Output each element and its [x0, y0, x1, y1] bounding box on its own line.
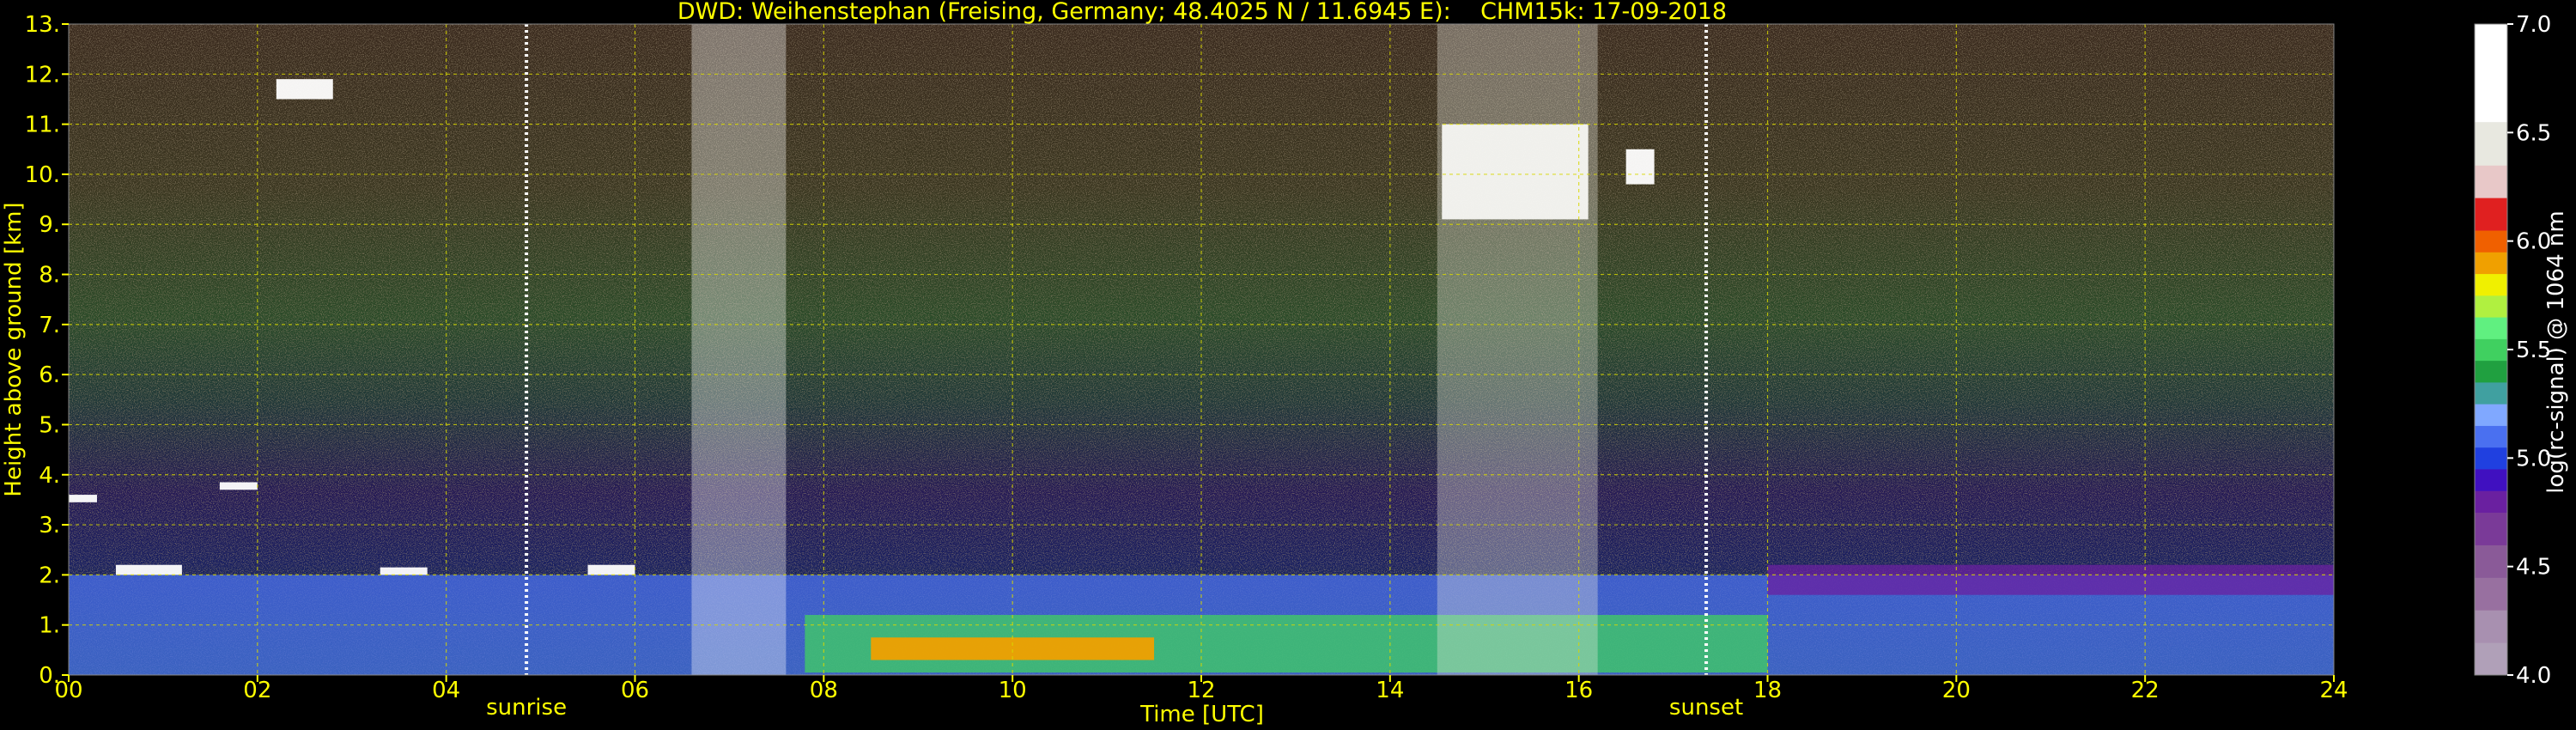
colorbar-band — [2475, 295, 2507, 318]
colorbar-band — [2475, 544, 2507, 578]
colorbar-band — [2475, 447, 2507, 470]
colorbar-band — [2475, 252, 2507, 275]
feature-cloud-base — [69, 495, 97, 502]
y-tick-label: 3. — [39, 513, 60, 538]
feature-residual-layer-purple — [1767, 564, 2334, 595]
chart-title: DWD: Weihenstephan (Freising, Germany; 4… — [677, 0, 1727, 25]
colorbar-band — [2475, 360, 2507, 383]
colorbar-band — [2475, 577, 2507, 611]
colorbar-tick-label: 4.5 — [2516, 555, 2551, 581]
colorbar-tick-label: 7.0 — [2516, 12, 2551, 38]
colorbar-band — [2475, 24, 2507, 123]
colorbar-band — [2475, 230, 2507, 252]
colorbar-band — [2475, 610, 2507, 643]
feature-cloud-top-2km — [380, 567, 428, 575]
x-tick-label: 12 — [1187, 678, 1215, 703]
feature-precip-column — [1437, 24, 1598, 675]
colorbar-band — [2475, 338, 2507, 362]
x-tick-label: 10 — [999, 678, 1027, 703]
x-tick-label: 18 — [1753, 678, 1782, 703]
x-tick-label: 16 — [1564, 678, 1593, 703]
y-tick-label: 1. — [39, 613, 60, 639]
colorbar-band — [2475, 468, 2507, 491]
x-tick-label: 02 — [243, 678, 271, 703]
y-tick-label: 4. — [39, 463, 60, 489]
x-tick-label: 14 — [1376, 678, 1404, 703]
colorbar-band — [2475, 490, 2507, 513]
ceilometer-chart: DWD: Weihenstephan (Freising, Germany; 4… — [1, 0, 2569, 727]
y-axis: 0.1.2.3.4.5.6.7.8.9.10.11.12.13. — [25, 12, 69, 689]
marker-labels: sunrise sunset — [486, 695, 1743, 721]
colorbar-tick-label: 6.5 — [2516, 120, 2551, 146]
colorbar-band — [2475, 317, 2507, 339]
sunrise-label: sunrise — [486, 695, 567, 721]
colorbar: 4.04.55.05.56.06.57.0 — [2474, 12, 2551, 689]
y-tick-label: 9. — [39, 212, 60, 238]
x-tick-label: 00 — [54, 678, 82, 703]
colorbar-band — [2475, 273, 2507, 296]
colorbar-tick-label: 4.0 — [2516, 663, 2551, 689]
colorbar-band — [2475, 198, 2507, 231]
y-tick-label: 10. — [25, 162, 60, 188]
sunset-label: sunset — [1669, 695, 1743, 721]
x-tick-label: 06 — [621, 678, 649, 703]
y-tick-label: 7. — [39, 313, 60, 338]
feature-cloud-top-2km — [587, 564, 635, 575]
y-tick-label: 5. — [39, 412, 60, 438]
y-tick-label: 11. — [25, 113, 60, 138]
feature-cloud-base — [219, 482, 258, 490]
x-axis: 00 02 04 06 08 10 12 14 16 18 20 22 24 — [54, 675, 2348, 703]
colorbar-band — [2475, 165, 2507, 198]
colorbar-band — [2475, 404, 2507, 426]
colorbar-band — [2475, 512, 2507, 545]
x-tick-label: 04 — [432, 678, 460, 703]
x-tick-label: 08 — [810, 678, 838, 703]
y-axis-label: Height above ground [km] — [1, 202, 27, 496]
colorbar-band — [2475, 121, 2507, 166]
colorbar-label: log(rc-signal) @ 1064 nm — [2543, 210, 2569, 493]
x-tick-label: 20 — [1942, 678, 1971, 703]
y-tick-label: 12. — [25, 62, 60, 88]
colorbar-band — [2475, 642, 2507, 676]
x-axis-label: Time [UTC] — [1139, 702, 1264, 727]
feature-cloud-top-2km — [115, 564, 182, 575]
x-tick-label: 22 — [2131, 678, 2160, 703]
colorbar-band — [2475, 381, 2507, 405]
feature-cloud-streak — [1625, 149, 1655, 185]
plot-area — [69, 24, 2334, 675]
feature-precip-column — [691, 24, 787, 675]
colorbar-band — [2475, 425, 2507, 448]
y-tick-label: 13. — [25, 12, 60, 38]
x-tick-label: 24 — [2319, 678, 2348, 703]
y-tick-label: 6. — [39, 362, 60, 388]
feature-high-cloud — [276, 79, 333, 100]
y-tick-label: 2. — [39, 563, 60, 588]
y-tick-label: 8. — [39, 263, 60, 289]
